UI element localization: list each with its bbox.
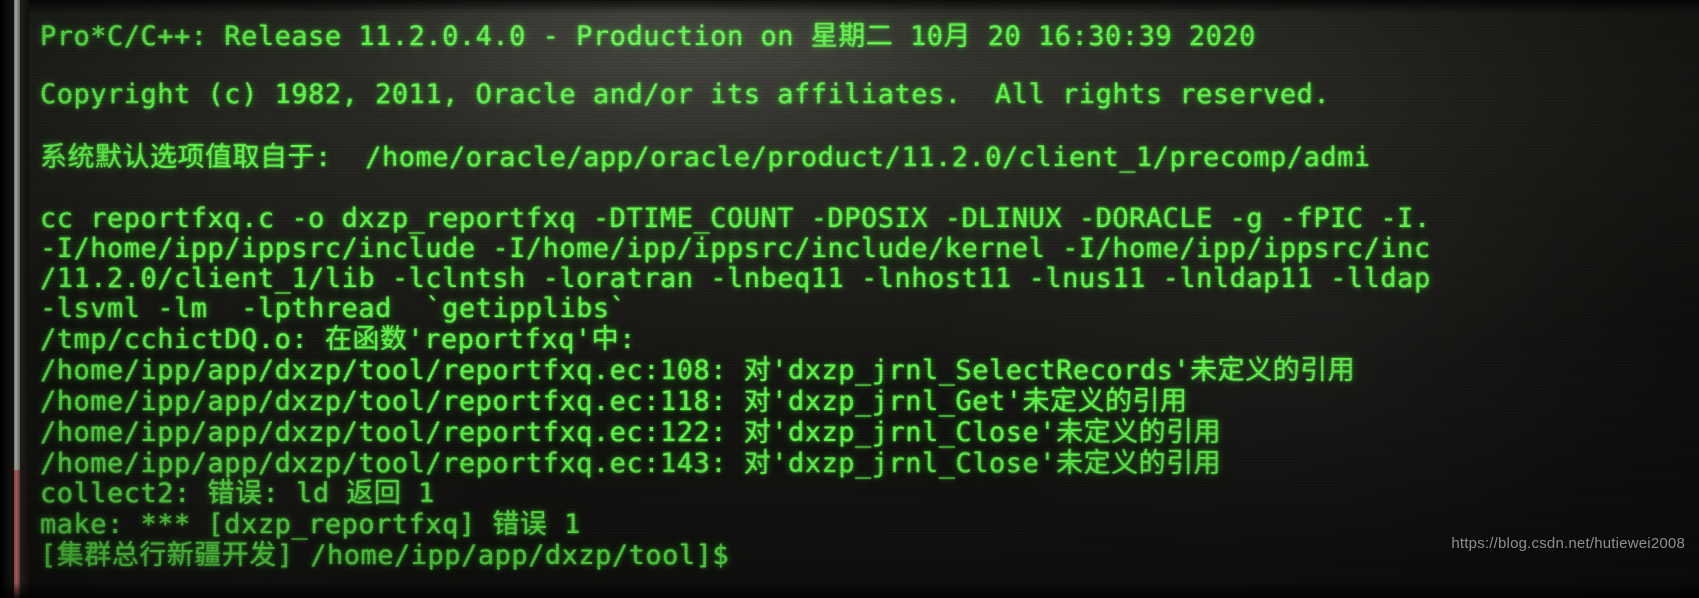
terminal-line-cc-cmd-3: /11.2.0/client_1/lib -lclntsh -loratran … [40,263,1431,294]
terminal-line-copyright: Copyright (c) 1982, 2011, Oracle and/or … [40,79,1331,110]
terminal-line-cc-cmd-2: -I/home/ipp/ippsrc/include -I/home/ipp/i… [40,233,1431,264]
monitor-bezel [0,0,14,598]
terminal-line-collect2: collect2: 错误: ld 返回 1 [40,478,435,509]
terminal-line-cc-cmd-1: cc reportfxq.c -o dxzp_reportfxq -DTIME_… [40,203,1431,234]
terminal-photograph: Pro*C/C++: Release 11.2.0.4.0 - Producti… [0,0,1699,598]
terminal-line-make-error: make: *** [dxzp_reportfxq] 错误 1 [40,509,581,540]
terminal-line-cc-cmd-4: -lsvml -lm -lpthread `getipplibs` [40,293,627,324]
terminal-line-default-options: 系统默认选项值取自于: /home/oracle/app/oracle/prod… [40,142,1371,173]
terminal-prompt[interactable]: [集群总行新疆开发] /home/ipp/app/dxzp/tool]$ [40,541,729,570]
terminal-line-err-108: /home/ipp/app/dxzp/tool/reportfxq.ec:108… [40,355,1356,386]
monitor-bezel-shadow [20,0,29,598]
terminal-line-err-143: /home/ipp/app/dxzp/tool/reportfxq.ec:143… [40,448,1222,479]
terminal-line-err-118: /home/ipp/app/dxzp/tool/reportfxq.ec:118… [40,386,1188,417]
terminal-screen: Pro*C/C++: Release 11.2.0.4.0 - Producti… [24,0,1699,598]
terminal-line-err-122: /home/ipp/app/dxzp/tool/reportfxq.ec:122… [40,417,1222,448]
terminal-line-banner-version: Pro*C/C++: Release 11.2.0.4.0 - Producti… [40,21,1256,52]
terminal-output[interactable]: Pro*C/C++: Release 11.2.0.4.0 - Producti… [32,0,1699,598]
watermark: https://blog.csdn.net/hutiewei2008 [1451,535,1685,552]
terminal-line-err-objfile: /tmp/cchictDQ.o: 在函数'reportfxq'中: [40,324,636,355]
